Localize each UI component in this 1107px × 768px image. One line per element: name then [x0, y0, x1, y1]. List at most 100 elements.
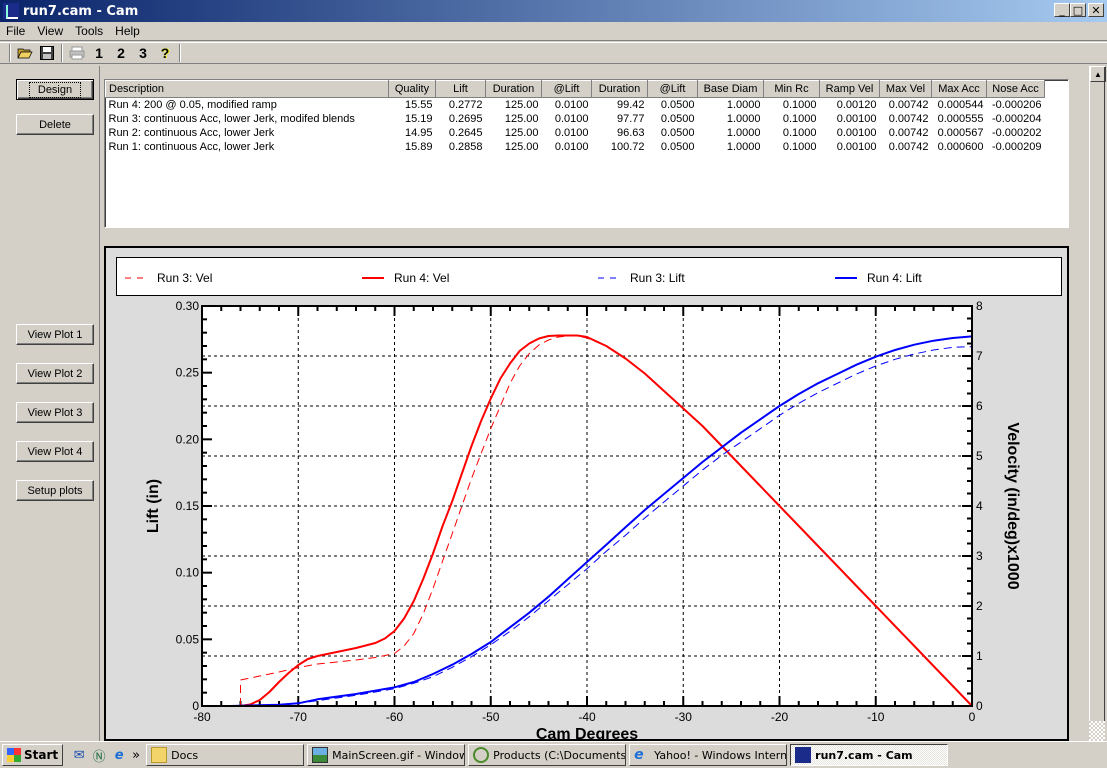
- table-row[interactable]: Run 3: continuous Acc, lower Jerk, modif…: [106, 112, 1045, 126]
- view-plot-2-button[interactable]: View Plot 2: [16, 363, 94, 384]
- table-cell: 0.0500: [660, 126, 695, 139]
- size-grip[interactable]: [1089, 721, 1105, 741]
- menu-tools[interactable]: Tools: [69, 24, 109, 38]
- task-button-yahoo[interactable]: e Yahoo! - Windows Intern...: [629, 744, 788, 766]
- table-row[interactable]: Run 2: continuous Acc, lower Jerk 14.95 0.…: [106, 126, 1045, 140]
- table-cell: 0.0500: [660, 112, 695, 125]
- column-header[interactable]: Duration: [485, 80, 542, 98]
- column-header[interactable]: Ramp Vel: [819, 80, 880, 98]
- task-button-mainscreen[interactable]: MainScreen.gif - Window...: [307, 744, 466, 766]
- table-row[interactable]: Run 1: continuous Acc, lower Jerk 15.89 0.…: [106, 140, 1045, 154]
- table-cell: 1.0000: [726, 112, 761, 125]
- column-header[interactable]: Duration: [591, 80, 648, 98]
- menu-view[interactable]: View: [31, 24, 69, 38]
- column-header[interactable]: Description: [105, 80, 389, 98]
- plot2-button[interactable]: 2: [110, 43, 132, 63]
- quicklaunch-outlook-icon[interactable]: ✉: [69, 745, 89, 765]
- column-header[interactable]: @Lift: [541, 80, 592, 98]
- column-header[interactable]: Min Rc: [763, 80, 820, 98]
- y-tick-label: 0: [192, 699, 199, 713]
- table-cell: 125.00: [504, 112, 539, 125]
- legend-label: Run 4: Vel: [394, 271, 450, 285]
- print-button[interactable]: [66, 43, 88, 63]
- table-cell: 0.1000: [782, 98, 817, 111]
- x-tick-label: -60: [386, 710, 404, 724]
- start-button[interactable]: Start: [2, 744, 64, 766]
- table-cell: 99.42: [616, 98, 645, 111]
- y2-tick-label: 0: [976, 699, 983, 713]
- table-cell: -0.000204: [991, 112, 1042, 125]
- app-window: run7.cam - Cam _ □ ✕ File View Tools Hel…: [0, 0, 1107, 743]
- legend-label: Run 4: Lift: [867, 271, 922, 285]
- quicklaunch-ie-icon[interactable]: e: [109, 745, 129, 765]
- view-plot-4-button[interactable]: View Plot 4: [16, 441, 94, 462]
- x-tick-label: -10: [867, 710, 885, 724]
- quicklaunch-netscape-icon[interactable]: Ⓝ: [89, 745, 109, 765]
- legend-item-run4-lift: Run 4: Lift: [835, 271, 922, 285]
- vertical-scrollbar[interactable]: ▲: [1089, 66, 1106, 721]
- legend-label: Run 3: Vel: [157, 271, 213, 285]
- task-button-run7-cam[interactable]: run7.cam - Cam: [790, 744, 949, 766]
- menu-help[interactable]: Help: [109, 24, 146, 38]
- column-header[interactable]: Quality: [388, 80, 436, 98]
- table-cell: 0.00742: [888, 126, 929, 139]
- cam-app-icon: [3, 3, 19, 19]
- y2-tick-label: 5: [976, 449, 983, 463]
- table-cell: 0.000544: [937, 98, 984, 111]
- legend-item-run3-lift: Run 3: Lift: [598, 271, 685, 285]
- title-bar[interactable]: run7.cam - Cam _ □ ✕: [0, 0, 1107, 22]
- runs-table: Description Quality Lift Duration @Lift Durat…: [105, 80, 1045, 154]
- view-plot-3-button[interactable]: View Plot 3: [16, 402, 94, 423]
- task-button-products[interactable]: Products (C:\Documents ...: [468, 744, 627, 766]
- column-header[interactable]: Max Vel: [879, 80, 932, 98]
- column-header[interactable]: @Lift: [647, 80, 698, 98]
- task-label: Docs: [171, 748, 199, 762]
- task-label: MainScreen.gif - Window...: [332, 748, 466, 762]
- windows-logo-icon: [7, 748, 21, 762]
- taskbar: Start ✉ Ⓝ e » Docs MainScreen.gif - Wind…: [0, 741, 1107, 768]
- design-label: Design: [28, 81, 82, 98]
- menu-bar: File View Tools Help: [0, 22, 1107, 41]
- y2-tick-label: 3: [976, 549, 983, 563]
- task-label: run7.cam - Cam: [815, 748, 913, 762]
- y-tick-label: 0.15: [176, 499, 200, 513]
- setup-plots-button[interactable]: Setup plots: [16, 480, 94, 501]
- table-cell: 0.2695: [448, 112, 483, 125]
- view-plot-1-button[interactable]: View Plot 1: [16, 324, 94, 345]
- legend-swatch-dashed-blue: [598, 277, 620, 279]
- column-header[interactable]: Nose Acc: [986, 80, 1045, 98]
- task-button-docs[interactable]: Docs: [146, 744, 305, 766]
- column-header[interactable]: Max Acc: [931, 80, 987, 98]
- column-header[interactable]: Lift: [435, 80, 486, 98]
- table-cell: -0.000206: [991, 98, 1042, 111]
- help-button[interactable]: ?: [154, 43, 176, 63]
- table-cell: 96.63: [616, 126, 645, 139]
- delete-button[interactable]: Delete: [16, 114, 94, 135]
- cam-app-icon: [795, 747, 812, 763]
- task-label: Products (C:\Documents ...: [493, 748, 627, 762]
- scroll-up-arrow[interactable]: ▲: [1090, 66, 1106, 82]
- image-viewer-icon: [312, 747, 329, 763]
- quicklaunch-more-chevron[interactable]: »: [129, 745, 143, 765]
- save-button[interactable]: [36, 43, 58, 63]
- task-label: Yahoo! - Windows Intern...: [654, 748, 788, 762]
- table-cell: -0.000202: [991, 126, 1042, 139]
- menu-file[interactable]: File: [0, 24, 31, 38]
- design-button[interactable]: Design: [16, 79, 94, 100]
- minimize-button[interactable]: _: [1054, 3, 1070, 17]
- toolbar-separator: [61, 44, 63, 62]
- table-body: Run 4: 200 @ 0.05, modified ramp 15.55 0.2…: [106, 98, 1045, 154]
- open-button[interactable]: [14, 43, 36, 63]
- table-cell: 125.00: [504, 126, 539, 139]
- table-cell: 0.0100: [554, 98, 589, 111]
- table-cell: -0.000209: [991, 140, 1042, 153]
- plot3-button[interactable]: 3: [132, 43, 154, 63]
- maximize-button[interactable]: □: [1070, 3, 1086, 17]
- y-tick-label: 0.30: [176, 299, 200, 313]
- table-cell: 0.2858: [448, 140, 483, 153]
- table-cell: 0.1000: [782, 112, 817, 125]
- column-header[interactable]: Base Diam: [697, 80, 764, 98]
- plot1-button[interactable]: 1: [88, 43, 110, 63]
- table-row[interactable]: Run 4: 200 @ 0.05, modified ramp 15.55 0.2…: [106, 98, 1045, 112]
- close-button[interactable]: ✕: [1088, 3, 1104, 17]
